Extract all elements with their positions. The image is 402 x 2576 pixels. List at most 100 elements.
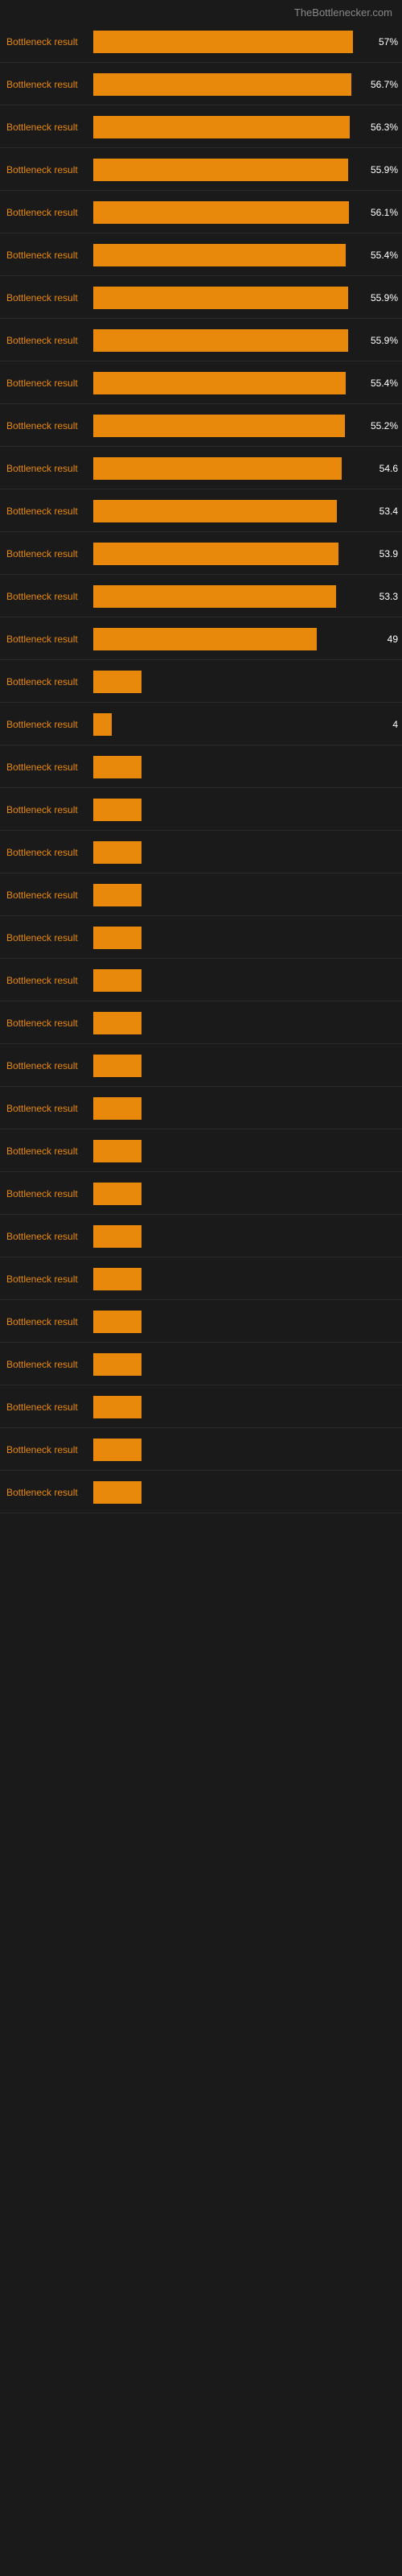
bar-fill xyxy=(93,1481,142,1504)
bar-track: 49 xyxy=(93,628,362,650)
bar-fill xyxy=(93,1439,142,1461)
bar-label: Bottleneck result xyxy=(3,1487,92,1498)
bar-value: 53.9 xyxy=(379,548,398,559)
bar-row-15: Bottleneck result xyxy=(0,667,402,697)
bar-fill xyxy=(93,457,342,480)
bar-label: Bottleneck result xyxy=(3,1231,92,1242)
list-item: Bottleneck result 55.2% xyxy=(0,406,402,447)
bar-label: Bottleneck result xyxy=(3,463,92,474)
bar-fill xyxy=(93,415,345,437)
bar-label: Bottleneck result xyxy=(3,1060,92,1071)
bar-value: 57% xyxy=(379,36,398,47)
bar-label: Bottleneck result xyxy=(3,762,92,773)
bar-track xyxy=(93,1396,362,1418)
list-item: Bottleneck result 55.9% xyxy=(0,320,402,361)
bar-label: Bottleneck result xyxy=(3,335,92,346)
list-item: Bottleneck result 53.9 xyxy=(0,534,402,575)
list-item: Bottleneck result 49 xyxy=(0,619,402,660)
bar-label: Bottleneck result xyxy=(3,122,92,133)
bar-row-25: Bottleneck result xyxy=(0,1093,402,1124)
bar-label: Bottleneck result xyxy=(3,207,92,218)
bar-row-30: Bottleneck result xyxy=(0,1307,402,1337)
bar-row-17: Bottleneck result xyxy=(0,752,402,782)
bar-label: Bottleneck result xyxy=(3,890,92,901)
bar-row-29: Bottleneck result xyxy=(0,1264,402,1294)
bar-fill xyxy=(93,841,142,864)
bar-value: 55.9% xyxy=(371,164,398,175)
bar-label: Bottleneck result xyxy=(3,932,92,943)
bar-fill xyxy=(93,1311,142,1333)
bar-label: Bottleneck result xyxy=(3,548,92,559)
list-item: Bottleneck result xyxy=(0,918,402,959)
bar-label: Bottleneck result xyxy=(3,1274,92,1285)
list-item: Bottleneck result xyxy=(0,1216,402,1257)
bar-track xyxy=(93,1311,362,1333)
list-item: Bottleneck result xyxy=(0,747,402,788)
bar-label: Bottleneck result xyxy=(3,1018,92,1029)
bar-track xyxy=(93,1140,362,1162)
bar-track xyxy=(93,671,362,693)
list-item: Bottleneck result 4 xyxy=(0,704,402,745)
bar-fill xyxy=(93,585,336,608)
bar-label: Bottleneck result xyxy=(3,164,92,175)
bar-fill xyxy=(93,713,112,736)
list-item: Bottleneck result xyxy=(0,960,402,1001)
bar-row-10: Bottleneck result 54.6 xyxy=(0,453,402,484)
bar-fill xyxy=(93,969,142,992)
site-title: TheBottlenecker.com xyxy=(294,6,392,19)
bar-track: 54.6 xyxy=(93,457,362,480)
bar-row-9: Bottleneck result 55.2% xyxy=(0,411,402,441)
bars-list: Bottleneck result 57% Bottleneck result … xyxy=(0,22,402,1513)
bar-fill xyxy=(93,1268,142,1290)
bar-row-34: Bottleneck result xyxy=(0,1477,402,1508)
bar-fill xyxy=(93,756,142,778)
bar-row-24: Bottleneck result xyxy=(0,1051,402,1081)
list-item: Bottleneck result 54.6 xyxy=(0,448,402,489)
bar-label: Bottleneck result xyxy=(3,847,92,858)
bar-row-2: Bottleneck result 56.3% xyxy=(0,112,402,142)
list-item: Bottleneck result 53.4 xyxy=(0,491,402,532)
bar-value: 55.9% xyxy=(371,335,398,346)
bar-track: 56.1% xyxy=(93,201,362,224)
bar-fill xyxy=(93,671,142,693)
bar-track xyxy=(93,1012,362,1034)
list-item: Bottleneck result xyxy=(0,1003,402,1044)
bar-label: Bottleneck result xyxy=(3,506,92,517)
list-item: Bottleneck result 57% xyxy=(0,22,402,63)
bar-fill xyxy=(93,543,338,565)
bar-row-0: Bottleneck result 57% xyxy=(0,27,402,57)
list-item: Bottleneck result 53.3 xyxy=(0,576,402,617)
list-item: Bottleneck result xyxy=(0,1088,402,1129)
bar-row-5: Bottleneck result 55.4% xyxy=(0,240,402,270)
bar-fill xyxy=(93,329,348,352)
bar-label: Bottleneck result xyxy=(3,591,92,602)
bar-track: 55.9% xyxy=(93,287,362,309)
bar-value: 54.6 xyxy=(379,463,398,474)
bar-row-12: Bottleneck result 53.9 xyxy=(0,539,402,569)
bar-track: 55.2% xyxy=(93,415,362,437)
list-item: Bottleneck result xyxy=(0,875,402,916)
list-item: Bottleneck result 55.9% xyxy=(0,150,402,191)
site-header: TheBottlenecker.com xyxy=(0,0,402,22)
bar-label: Bottleneck result xyxy=(3,420,92,431)
bar-fill xyxy=(93,1140,142,1162)
bar-track: 53.3 xyxy=(93,585,362,608)
bar-label: Bottleneck result xyxy=(3,975,92,986)
list-item: Bottleneck result 56.7% xyxy=(0,64,402,105)
list-item: Bottleneck result xyxy=(0,1387,402,1428)
bar-row-18: Bottleneck result xyxy=(0,795,402,825)
list-item: Bottleneck result 56.3% xyxy=(0,107,402,148)
bar-value: 56.1% xyxy=(371,207,398,218)
bar-fill xyxy=(93,73,351,96)
bar-row-32: Bottleneck result xyxy=(0,1392,402,1422)
list-item: Bottleneck result xyxy=(0,1302,402,1343)
bar-label: Bottleneck result xyxy=(3,719,92,730)
bar-fill xyxy=(93,1225,142,1248)
bar-track xyxy=(93,927,362,949)
bar-fill xyxy=(93,628,317,650)
list-item: Bottleneck result 56.1% xyxy=(0,192,402,233)
list-item: Bottleneck result xyxy=(0,1131,402,1172)
bar-fill xyxy=(93,1183,142,1205)
bar-row-4: Bottleneck result 56.1% xyxy=(0,197,402,228)
list-item: Bottleneck result xyxy=(0,1046,402,1087)
